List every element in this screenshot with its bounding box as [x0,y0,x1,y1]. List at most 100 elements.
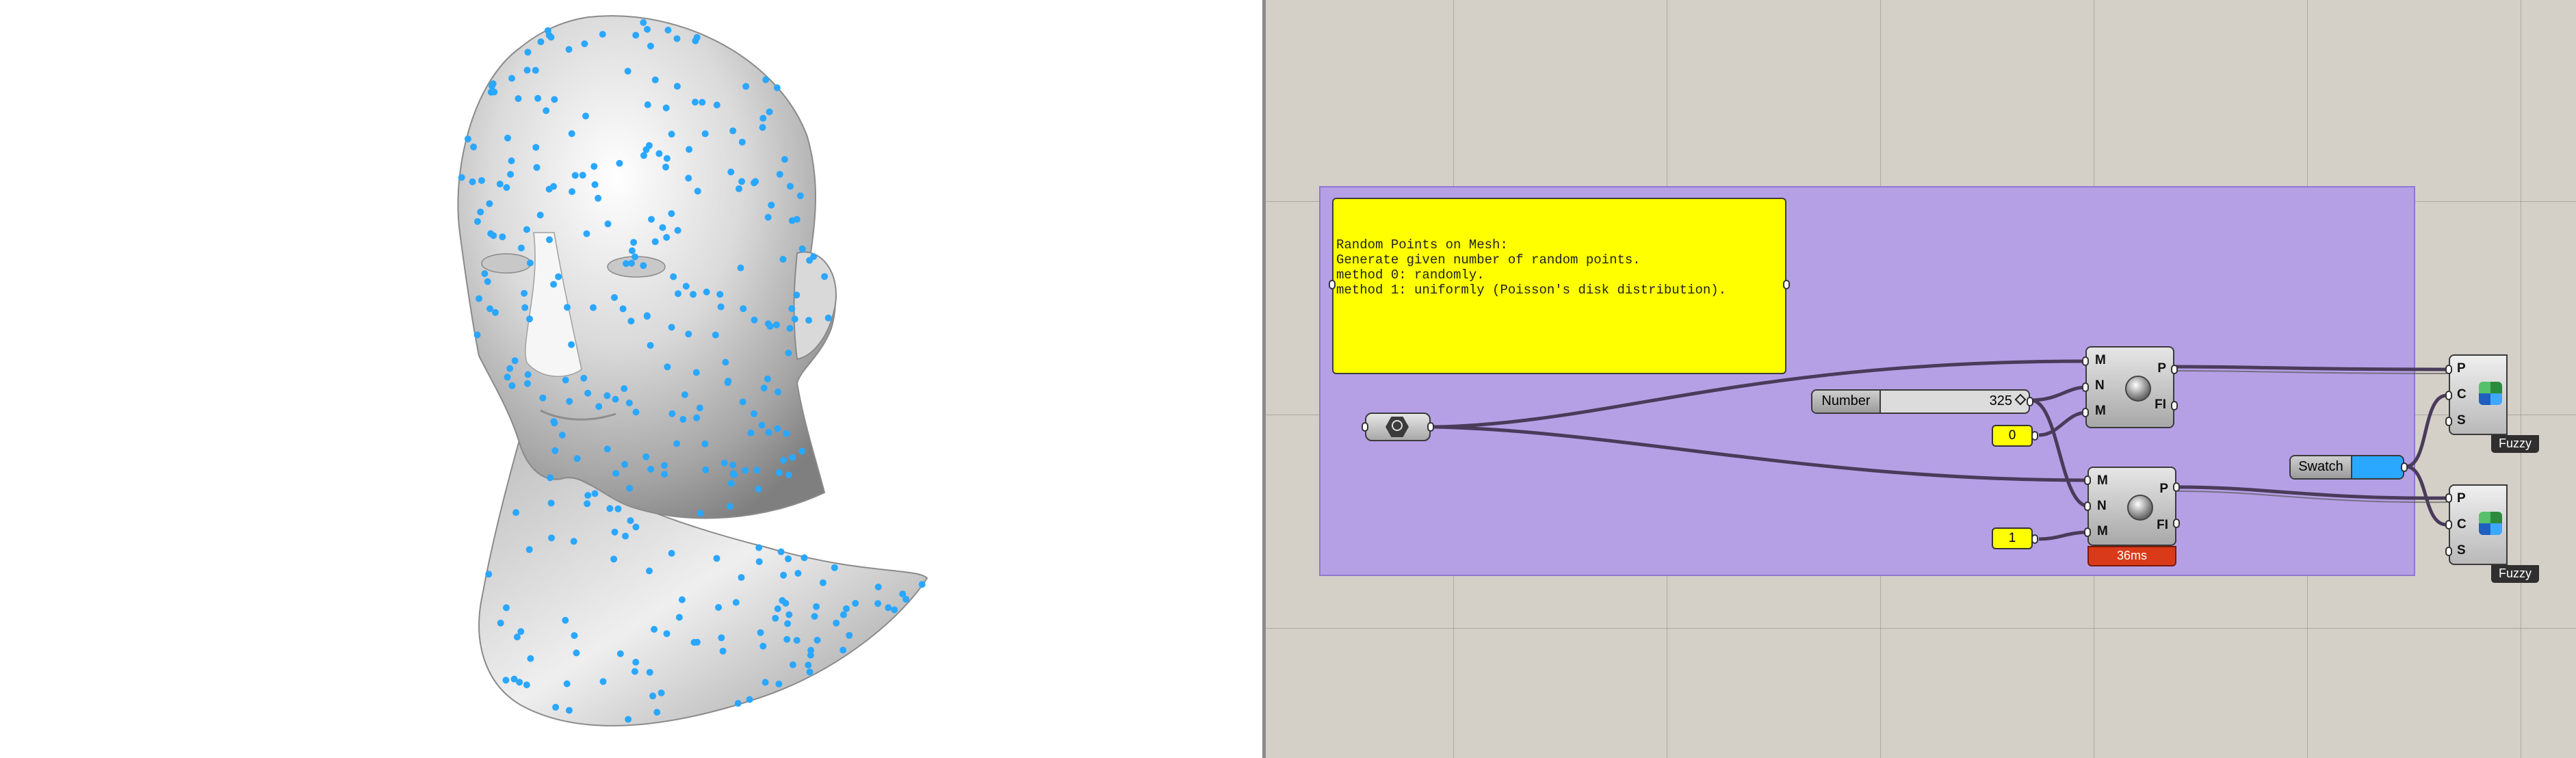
mesh-point [606,505,614,512]
mesh-point [511,357,519,365]
mesh-point [661,462,668,469]
mesh-point [564,304,571,311]
mesh-point [584,492,592,499]
number-slider[interactable]: Number 325 [1811,389,2030,414]
panel-output-grip[interactable] [1783,280,1790,289]
top-input-grip-method[interactable] [2082,408,2089,417]
mesh-point [612,395,619,403]
method-top-output-grip[interactable] [2031,431,2038,441]
mesh-point [776,170,783,178]
input-mesh-label: M [2097,473,2108,488]
mesh-point [701,130,709,138]
panel-line: method 1: uniformly (Poisson's disk dist… [1336,283,1727,298]
mesh-point [846,631,853,639]
output-faceindex-label: FI [2157,518,2168,532]
custom-preview-top[interactable]: P C S [2449,354,2508,435]
mesh-point [644,25,651,33]
description-panel[interactable]: Random Points on Mesh: Generate given nu… [1332,198,1786,374]
mesh-param[interactable] [1365,413,1431,441]
bottom-output-grip-fi[interactable] [2173,519,2180,528]
mesh-point [630,239,638,246]
random-points-component-bottom[interactable]: M N M P FI [2087,467,2176,546]
bottom-input-grip-n[interactable] [2084,501,2091,511]
mesh-point [780,571,788,579]
bottom-output-grip-p[interactable] [2173,482,2180,492]
mesh-point [692,369,700,376]
mesh-point [534,94,542,102]
mesh-point [663,234,671,241]
preview-input-p: P [2457,491,2466,506]
preview-bottom-grip-p[interactable] [2445,493,2452,503]
mesh-point [546,236,553,244]
mesh-point [543,107,550,114]
mesh-param-output-grip[interactable] [1427,422,1434,432]
preview-bottom-grip-s[interactable] [2445,547,2452,556]
mesh-point [568,341,575,348]
rhino-viewport[interactable] [0,0,1262,758]
method-top-input[interactable]: 0 [1992,425,2033,447]
random-points-icon [2125,376,2151,402]
mesh-point [562,376,569,384]
mesh-point [562,616,569,624]
bottom-input-grip-m[interactable] [2084,475,2091,485]
mesh-point [738,574,745,581]
mesh-point [713,555,720,562]
mesh-point [694,187,701,195]
mesh-point [504,374,511,381]
colour-swatch[interactable]: Swatch [2289,455,2404,480]
mesh-point [584,500,591,508]
mesh-point [640,152,647,159]
bottom-input-grip-method[interactable] [2084,527,2091,537]
mesh-point [764,213,772,221]
panel-input-grip[interactable] [1329,280,1336,289]
output-points-label: P [2157,361,2166,376]
mesh-point [640,262,647,270]
mesh-point [484,278,491,285]
random-points-icon [2127,495,2153,521]
mesh-point [727,168,735,176]
mesh-point [732,599,740,606]
mesh-point [558,432,566,439]
mesh-point [523,226,530,233]
preview-bottom-grip-c[interactable] [2445,520,2452,530]
mesh-point [747,429,755,436]
mesh-point [477,208,484,215]
preview-top-grip-c[interactable] [2445,391,2452,400]
mesh-param-input-grip[interactable] [1362,422,1368,432]
mesh-point [632,523,640,531]
mesh-point [571,172,579,179]
preview-top-grip-p[interactable] [2445,365,2452,374]
mesh-point [874,600,882,607]
mesh-point [806,257,814,264]
top-output-grip-fi[interactable] [2171,401,2178,410]
preview-top-grip-s[interactable] [2445,417,2452,426]
top-input-grip-m[interactable] [2082,356,2089,366]
mesh-point [668,324,675,331]
top-input-grip-n[interactable] [2082,382,2089,392]
mesh-point [774,605,781,612]
preview-bottom-tag: Fuzzy [2491,565,2539,583]
slider-output-grip[interactable] [2027,397,2033,406]
method-bottom-input[interactable]: 1 [1992,527,2033,549]
custom-preview-bottom[interactable]: P C S [2449,484,2508,565]
mesh-point [673,440,681,447]
swatch-output-grip[interactable] [2401,462,2408,472]
mesh-point [793,291,801,299]
random-points-component-top[interactable]: M N M P FI [2085,346,2174,428]
mesh-point [616,159,623,167]
mesh-point [831,564,838,571]
slider-knob-icon[interactable] [2014,393,2027,406]
mesh-point [545,185,553,193]
mesh-point [478,177,485,184]
mesh-point [742,467,749,474]
mesh-point [712,331,719,339]
mesh-point [570,538,577,545]
top-output-grip-p[interactable] [2171,365,2178,374]
mesh-point [768,201,775,209]
mesh-point [539,394,547,402]
grasshopper-canvas[interactable]: Random Points on Mesh: Generate given nu… [1266,0,2576,758]
method-bottom-output-grip[interactable] [2031,534,2038,544]
mesh-point [651,76,659,83]
mesh-point [821,273,829,280]
mesh-point [591,490,599,497]
